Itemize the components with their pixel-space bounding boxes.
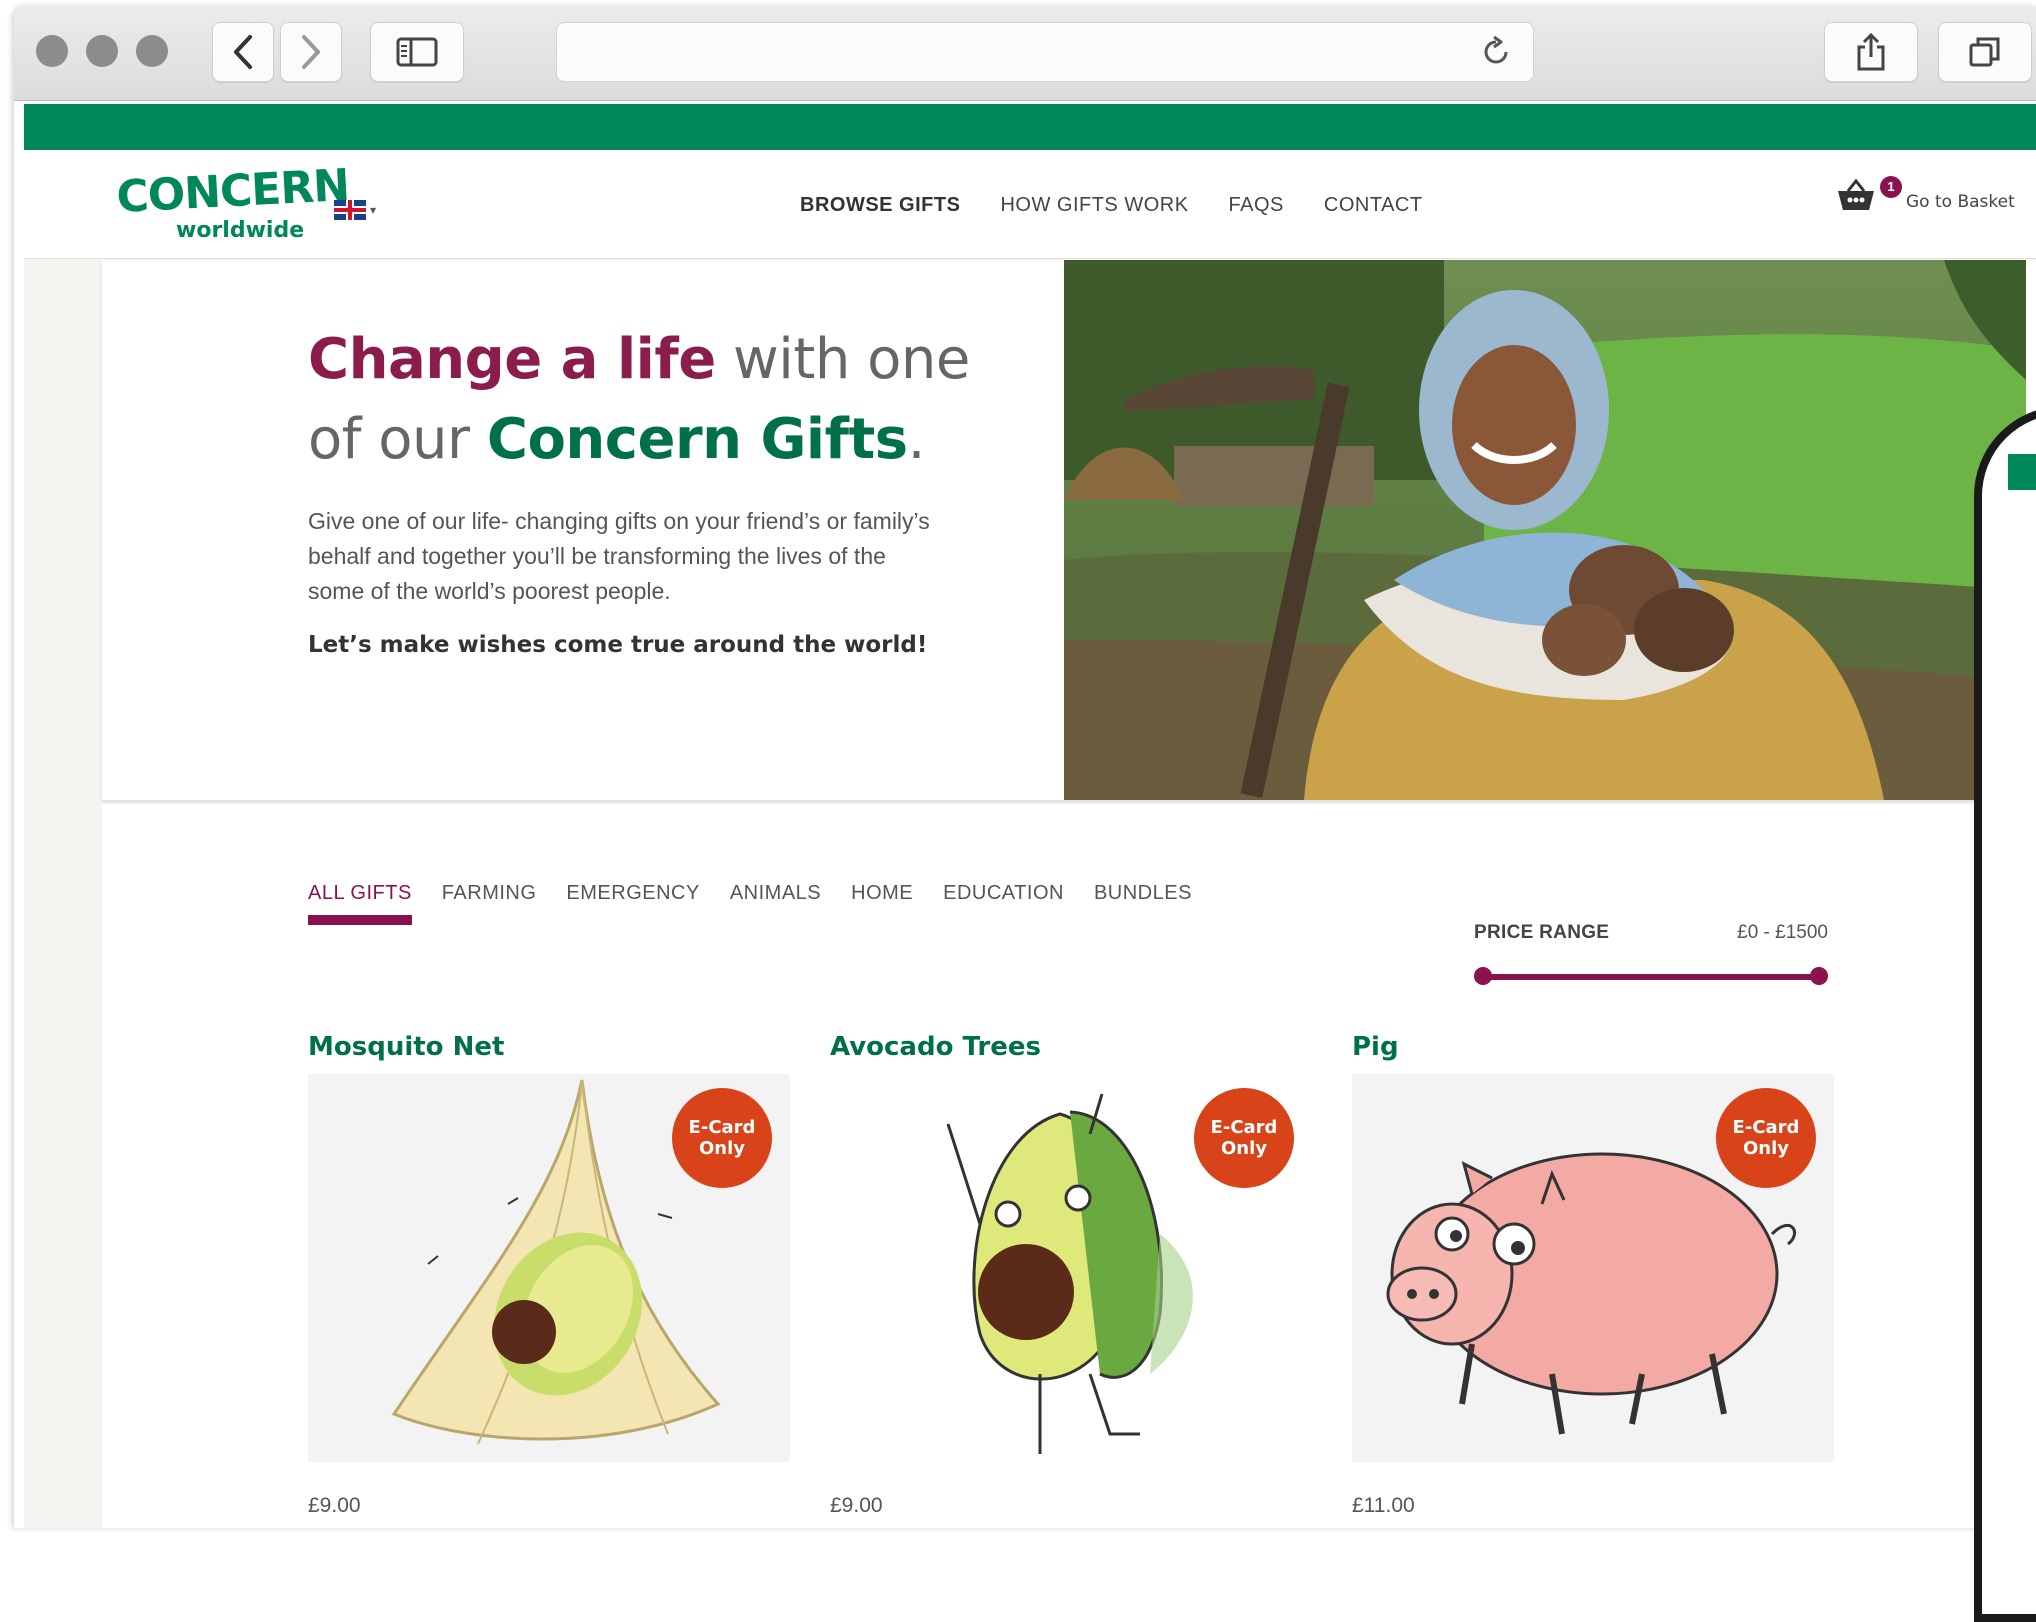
badge-line-2: Only [1220,1138,1268,1159]
zoom-window-button[interactable] [136,35,168,67]
forward-button[interactable] [280,22,342,82]
product-title[interactable]: Pig [1352,1032,1834,1062]
concern-logo[interactable]: CONCERN worldwide [115,160,351,243]
logo-main-text: CONCERN [115,159,351,223]
gift-listing: ALL GIFTS FARMING EMERGENCY ANIMALS HOME… [102,804,2036,1528]
hero-heading: Change a life with one of our Concern Gi… [308,320,1008,480]
top-brand-strip [24,104,2036,150]
hero-tagline: Let’s make wishes come true around the w… [308,632,928,658]
hero-photo [1064,260,2026,800]
hero-heading-period: . [907,407,926,472]
uk-flag-icon [334,200,366,220]
basket-label: Go to Basket [1906,192,2015,212]
forward-icon [302,35,320,69]
price-slider-track[interactable] [1480,974,1818,980]
browser-toolbar [14,6,2036,101]
share-icon [1857,33,1885,71]
pig-illustration[interactable]: E-Card Only [1352,1074,1834,1462]
tab-bundles[interactable]: BUNDLES [1094,882,1192,925]
go-to-basket-button[interactable]: 1 Go to Basket [1836,176,2015,212]
tab-education[interactable]: EDUCATION [943,882,1064,925]
product-price: £9.00 [308,1494,361,1517]
phone-screen-header [2008,454,2036,490]
price-slider-max-handle[interactable] [1810,967,1828,985]
share-button[interactable] [1824,22,1918,82]
minimize-window-button[interactable] [86,35,118,67]
basket-icon [1838,178,1874,210]
badge-line-2: Only [1742,1138,1790,1159]
hero-heading-highlight: Change a life [308,327,716,392]
web-page: CONCERN worldwide ▾ BROWSE GIFTS HOW GIF… [24,104,2036,1528]
product-price: £9.00 [830,1494,883,1517]
category-tabs: ALL GIFTS FARMING EMERGENCY ANIMALS HOME… [308,882,1222,925]
product-card[interactable]: Avocado Trees E-Card Only £9.00 [830,1032,1312,1517]
tab-all-gifts[interactable]: ALL GIFTS [308,882,412,925]
logo-sub-text: worldwide [176,218,305,243]
ecard-only-badge: E-Card Only [1198,1092,1290,1184]
nav-browse-gifts[interactable]: BROWSE GIFTS [800,194,960,217]
reload-icon[interactable] [1479,35,1513,69]
sidebar-toggle-button[interactable] [370,22,464,82]
back-icon [234,35,252,69]
price-slider-min-handle[interactable] [1474,967,1492,985]
site-header: CONCERN worldwide ▾ BROWSE GIFTS HOW GIF… [24,150,2036,259]
tab-emergency[interactable]: EMERGENCY [566,882,699,925]
main-navigation: BROWSE GIFTS HOW GIFTS WORK FAQS CONTACT [800,194,1463,217]
tab-home[interactable]: HOME [851,882,913,925]
badge-line-1: E-Card [1210,1117,1278,1138]
address-bar[interactable] [556,22,1534,82]
product-price: £11.00 [1352,1494,1415,1517]
back-button[interactable] [212,22,274,82]
tabs-overview-button[interactable] [1938,22,2032,82]
tabs-icon [1969,37,2000,67]
close-window-button[interactable] [36,35,68,67]
phone-mockup-edge [1974,406,2036,1622]
badge-line-1: E-Card [688,1117,756,1138]
tab-animals[interactable]: ANIMALS [730,882,821,925]
basket-count-badge: 1 [1880,176,1902,198]
browser-window: CONCERN worldwide ▾ BROWSE GIFTS HOW GIF… [14,6,2036,1528]
price-range-label: PRICE RANGE [1474,922,1610,943]
hero-banner: Change a life with one of our Concern Gi… [102,260,2036,800]
hero-description: Give one of our life- changing gifts on … [308,508,930,604]
nav-contact[interactable]: CONTACT [1324,194,1423,217]
ecard-only-badge: E-Card Only [676,1092,768,1184]
product-card[interactable]: Mosquito Net E-Card Only £9.00 [308,1032,790,1517]
tab-farming[interactable]: FARMING [442,882,537,925]
mosquito-net-illustration[interactable]: E-Card Only [308,1074,790,1462]
hero-heading-brand: Concern Gifts [486,407,908,472]
product-card[interactable]: Pig E-Card Only £11.00 [1352,1032,1834,1517]
price-range-value: £0 - £1500 [1737,922,1828,943]
chevron-down-icon: ▾ [370,203,377,217]
sidebar-icon [396,37,438,67]
language-selector[interactable]: ▾ [334,200,376,220]
product-title[interactable]: Avocado Trees [830,1032,1312,1062]
ecard-only-badge: E-Card Only [1720,1092,1812,1184]
nav-how-gifts-work[interactable]: HOW GIFTS WORK [1000,194,1188,217]
product-title[interactable]: Mosquito Net [308,1032,790,1062]
badge-line-1: E-Card [1732,1117,1800,1138]
nav-faqs[interactable]: FAQS [1229,194,1284,217]
avocado-trees-illustration[interactable]: E-Card Only [830,1074,1312,1462]
badge-line-2: Only [698,1138,746,1159]
